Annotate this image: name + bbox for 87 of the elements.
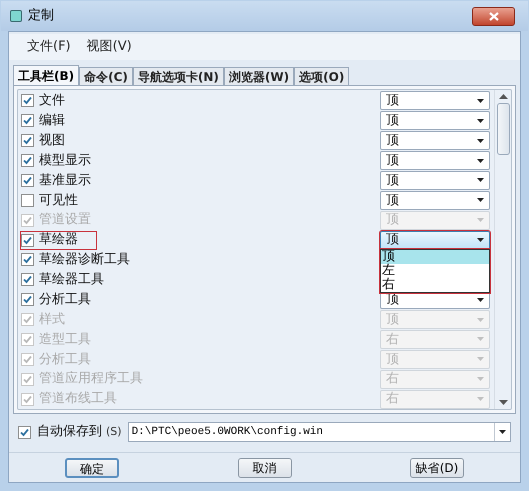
toolbar-label: 草绘器诊断工具 — [39, 251, 130, 270]
toolbar-label: 分析工具 — [39, 350, 91, 369]
caret-icon — [477, 357, 484, 362]
checkbox[interactable] — [21, 154, 34, 168]
dialog-button[interactable]: 取消 — [238, 458, 292, 478]
toolbar-label: 可见性 — [39, 192, 78, 210]
caret-icon — [477, 98, 484, 103]
window-title: 定制 — [28, 7, 54, 26]
checkbox[interactable] — [21, 273, 34, 286]
checkbox[interactable] — [21, 94, 34, 108]
scrollbar-thumb[interactable] — [496, 103, 510, 155]
dialog-button[interactable]: 缺省(D) — [410, 458, 464, 478]
checkmark-icon — [23, 96, 32, 106]
position-dropdown[interactable]: 顶 — [380, 131, 490, 150]
caret-icon — [477, 337, 484, 342]
toolbar-label: 管道设置 — [39, 211, 91, 230]
toolbar-label: 分析工具 — [39, 290, 91, 309]
caret-icon — [477, 158, 484, 163]
caret-icon — [477, 178, 484, 182]
checkmark-icon — [23, 156, 32, 166]
caret-icon — [477, 397, 484, 402]
checkmark-icon — [20, 428, 29, 436]
checkmark-icon — [23, 216, 32, 225]
toolbar-label: 造型工具 — [39, 330, 91, 349]
checkmark-icon — [23, 275, 32, 284]
checkmark-icon — [23, 374, 32, 384]
toolbar-label: 视图 — [39, 132, 65, 150]
position-dropdown[interactable]: 顶 — [380, 230, 490, 250]
checkmark-icon — [23, 334, 32, 344]
dialog-button[interactable]: 确定 — [65, 458, 119, 478]
checkmark-icon — [23, 116, 32, 126]
caret-icon — [477, 377, 484, 382]
caret-icon — [477, 298, 484, 302]
caret-icon — [477, 138, 484, 143]
tab[interactable]: 导航选项卡(N) — [132, 67, 224, 85]
menu-item[interactable]: 视图(V) — [86, 37, 132, 57]
checkbox[interactable] — [21, 134, 34, 148]
toolbar-label: 管道应用程序工具 — [39, 370, 143, 388]
position-dropdown[interactable]: 顶 — [380, 111, 490, 130]
tab[interactable]: 工具栏(B) — [13, 65, 80, 85]
toolbar-label: 样式 — [39, 310, 65, 329]
checkbox[interactable] — [21, 234, 34, 247]
scroll-up-icon[interactable] — [498, 94, 508, 99]
close-icon — [488, 12, 498, 20]
toolbar-label: 草绘器工具 — [39, 271, 104, 290]
checkmark-icon — [23, 255, 32, 264]
position-dropdown[interactable]: 顶 — [380, 190, 490, 210]
checkbox[interactable] — [21, 194, 34, 207]
menu-item[interactable]: 文件(F) — [27, 37, 71, 57]
checkbox[interactable] — [21, 293, 34, 306]
toolbar-label: 编辑 — [39, 112, 65, 130]
caret-icon — [477, 238, 484, 242]
autosave-label: 自动保存到 — [37, 423, 102, 442]
checkbox[interactable] — [21, 114, 34, 128]
path-field[interactable]: D:\PTC\peoe5.0WORK\config.win — [128, 422, 511, 442]
checkmark-icon — [23, 394, 32, 404]
shortcut-label: (S) — [106, 424, 122, 440]
checkmark-icon — [23, 315, 32, 324]
position-dropdown[interactable]: 顶 — [380, 170, 490, 190]
scrollbar[interactable] — [494, 90, 511, 409]
caret-icon — [477, 318, 484, 322]
close-button[interactable] — [472, 6, 515, 26]
tab[interactable]: 浏览器(W) — [224, 67, 294, 85]
app-icon — [10, 10, 22, 22]
tab[interactable]: 命令(C) — [79, 67, 133, 85]
toolbar-label: 基准显示 — [39, 172, 91, 190]
tab[interactable]: 选项(O) — [294, 67, 350, 85]
toolbar-label: 管道布线工具 — [39, 390, 117, 408]
caret-icon — [499, 430, 506, 434]
caret-icon — [477, 198, 484, 202]
checkbox[interactable] — [21, 253, 34, 266]
checkmark-icon — [23, 236, 32, 245]
toolbar-label: 文件 — [39, 92, 65, 110]
checkmark-icon — [23, 295, 32, 304]
checkmark-icon — [23, 136, 32, 146]
checkbox[interactable] — [18, 426, 31, 438]
checkmark-icon — [23, 354, 32, 364]
position-dropdown[interactable]: 顶 — [380, 151, 490, 170]
toolbar-label: 草绘器 — [39, 231, 78, 250]
toolbar-label: 模型显示 — [39, 152, 91, 170]
position-dropdown[interactable]: 顶 — [380, 91, 490, 110]
checkbox[interactable] — [21, 174, 34, 187]
checkmark-icon — [23, 176, 32, 185]
dropdown-option[interactable]: 顶 — [381, 250, 489, 264]
caret-icon — [477, 218, 484, 222]
scroll-down-icon[interactable] — [498, 400, 508, 405]
caret-icon — [477, 118, 484, 123]
